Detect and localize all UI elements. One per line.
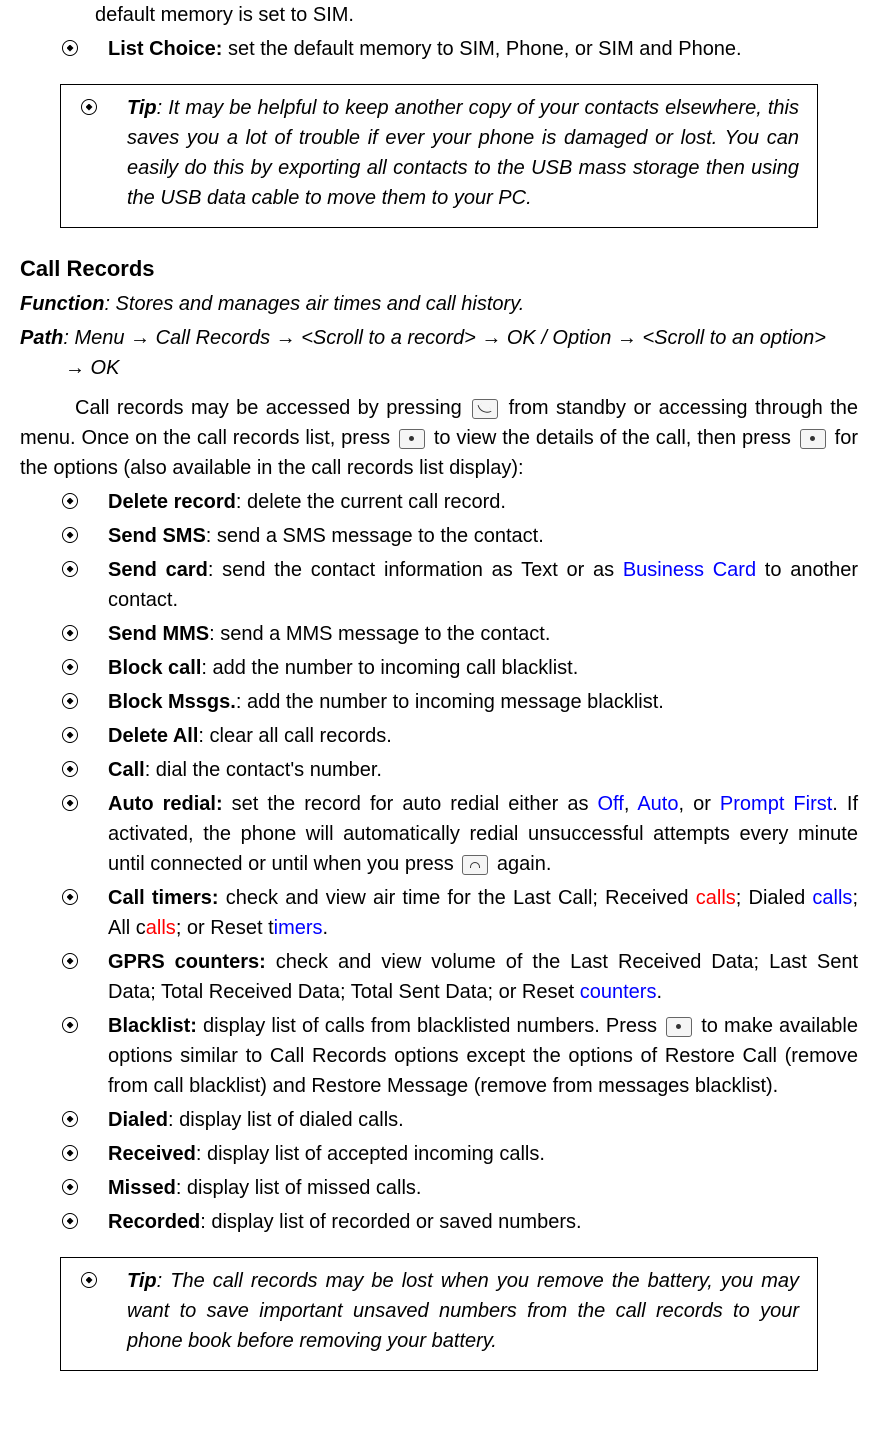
bullet-icon — [62, 1017, 78, 1033]
list-item: Auto redial: set the record for auto red… — [62, 789, 858, 879]
list-item: Delete record: delete the current call r… — [62, 487, 858, 517]
bullet-icon — [62, 40, 78, 56]
bullet-icon — [62, 795, 78, 811]
list-choice-item: List Choice: set the default memory to S… — [62, 34, 858, 64]
call-key-icon — [472, 399, 498, 419]
list-item: Dialed: display list of dialed calls. — [62, 1105, 858, 1135]
bullet-icon — [62, 493, 78, 509]
list-item: Block Mssgs.: add the number to incoming… — [62, 687, 858, 717]
bullet-icon — [62, 1145, 78, 1161]
bullet-icon — [62, 527, 78, 543]
center-key-icon — [399, 429, 425, 449]
document-content: default memory is set to SIM. List Choic… — [20, 0, 858, 1371]
function-line: Function: Stores and manages air times a… — [20, 289, 858, 319]
bullet-icon — [81, 1272, 97, 1288]
path-line: Path: Menu → Call Records → <Scroll to a… — [20, 323, 858, 383]
tip-box-1: Tip: It may be helpful to keep another c… — [60, 84, 818, 228]
bullet-icon — [62, 1213, 78, 1229]
bullet-icon — [62, 889, 78, 905]
list-item: GPRS counters: check and view volume of … — [62, 947, 858, 1007]
section-heading: Call Records — [20, 252, 858, 285]
list-item: Send MMS: send a MMS message to the cont… — [62, 619, 858, 649]
tip-2-text: Tip: The call records may be lost when y… — [127, 1266, 799, 1356]
list-item: Call: dial the contact's number. — [62, 755, 858, 785]
end-key-icon — [462, 855, 488, 875]
list-item: Received: display list of accepted incom… — [62, 1139, 858, 1169]
bullet-icon — [62, 727, 78, 743]
tip-1-text: Tip: It may be helpful to keep another c… — [127, 93, 799, 213]
bullet-icon — [62, 561, 78, 577]
bullet-icon — [62, 1179, 78, 1195]
intro-text: default memory is set to SIM. — [95, 0, 858, 30]
tip-box-2: Tip: The call records may be lost when y… — [60, 1257, 818, 1371]
list-item: Send SMS: send a SMS message to the cont… — [62, 521, 858, 551]
bullet-icon — [62, 693, 78, 709]
bullet-icon — [81, 99, 97, 115]
list-item: Call timers: check and view air time for… — [62, 883, 858, 943]
list-item: Delete All: clear all call records. — [62, 721, 858, 751]
bullet-icon — [62, 761, 78, 777]
bullet-icon — [62, 659, 78, 675]
list-item: Missed: display list of missed calls. — [62, 1173, 858, 1203]
list-item: Block call: add the number to incoming c… — [62, 653, 858, 683]
center-key-icon — [800, 429, 826, 449]
center-key-icon — [666, 1017, 692, 1037]
list-item: Blacklist: display list of calls from bl… — [62, 1011, 858, 1101]
bullet-icon — [62, 625, 78, 641]
list-item: Recorded: display list of recorded or sa… — [62, 1207, 858, 1237]
bullet-icon — [62, 953, 78, 969]
body-paragraph: Call records may be accessed by pressing… — [20, 393, 858, 483]
bullet-icon — [62, 1111, 78, 1127]
list-choice-text: List Choice: set the default memory to S… — [108, 34, 858, 64]
list-item: Send card: send the contact information … — [62, 555, 858, 615]
